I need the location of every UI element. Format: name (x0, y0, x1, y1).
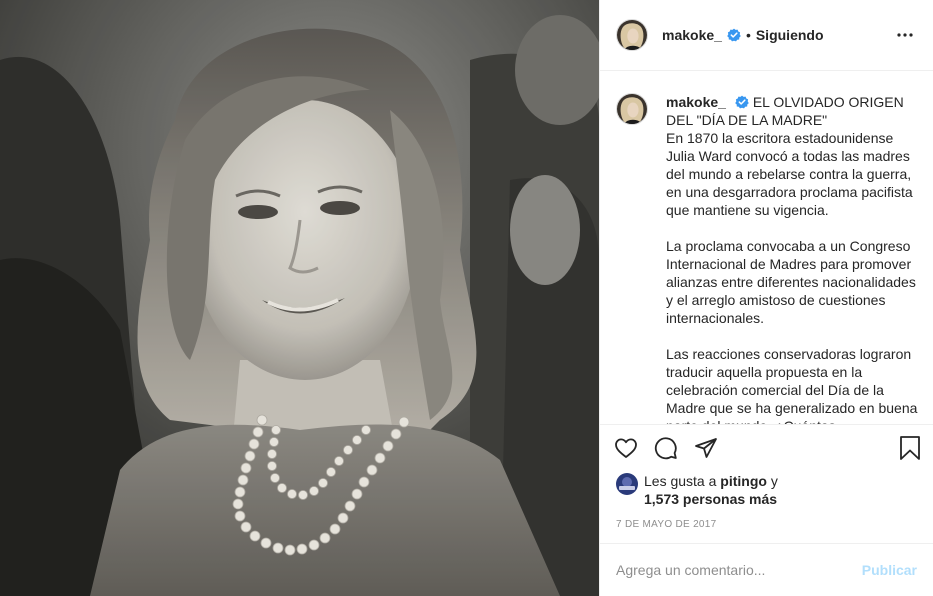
caption-paragraph: En 1870 la escritora estadounidense Juli… (666, 130, 913, 218)
post-date[interactable]: 7 DE MAYO DE 2017 (600, 509, 933, 543)
post-header: makoke_ • Siguiendo (600, 0, 933, 71)
caption-text: makoke_ EL OLVIDADO ORIGEN DEL "DÍA DE L… (666, 93, 921, 424)
author-username[interactable]: makoke_ (662, 27, 722, 43)
likes-text: Les gusta a pitingo y 1,573 personas más (644, 472, 778, 508)
following-button[interactable]: Siguiendo (756, 27, 824, 43)
comment-form: Publicar (600, 542, 933, 596)
bookmark-icon[interactable] (893, 436, 921, 461)
author-avatar[interactable] (616, 19, 648, 51)
separator-dot: • (745, 27, 751, 43)
post-side-panel: makoke_ • Siguiendo makoke_ EL OLVIDADO … (599, 0, 933, 596)
comment-icon[interactable] (654, 428, 694, 468)
caption-author-avatar[interactable] (616, 93, 648, 125)
verified-badge-icon (727, 28, 741, 42)
post-photo[interactable] (0, 0, 599, 596)
likes-prefix: Les gusta a (644, 472, 717, 489)
verified-badge-icon (735, 95, 749, 109)
publish-button[interactable]: Publicar (862, 562, 917, 578)
liker-avatar[interactable] (616, 472, 638, 495)
caption-section: makoke_ EL OLVIDADO ORIGEN DEL "DÍA DE L… (600, 71, 933, 424)
comment-input[interactable] (616, 561, 862, 578)
caption-paragraph: Las reacciones conservadoras lograron tr… (666, 346, 918, 424)
caption-username[interactable]: makoke_ (666, 94, 726, 110)
more-options-icon[interactable] (893, 23, 917, 47)
liker-avatar-image (616, 472, 638, 495)
instagram-post: makoke_ • Siguiendo makoke_ EL OLVIDADO … (0, 0, 933, 596)
heart-icon[interactable] (614, 428, 654, 468)
liker-username[interactable]: pitingo (720, 473, 767, 489)
likes-count-link[interactable]: 1,573 personas más (644, 491, 777, 507)
caption-paragraph: La proclama convocaba a un Congreso Inte… (666, 238, 916, 326)
action-bar (600, 424, 933, 471)
avatar-image (617, 20, 647, 50)
share-icon[interactable] (694, 428, 734, 468)
likes-joiner: y (770, 472, 778, 489)
vintage-portrait-image (0, 0, 599, 596)
likes-summary: Les gusta a pitingo y 1,573 personas más (600, 472, 933, 509)
avatar-image (617, 94, 647, 124)
